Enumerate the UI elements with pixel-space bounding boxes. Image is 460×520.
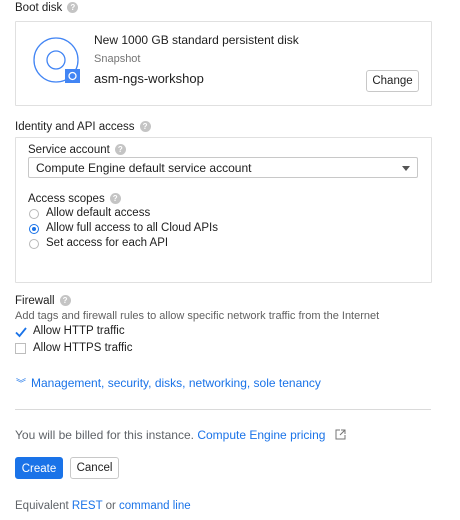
identity-title: Identity and API access — [15, 121, 135, 133]
help-icon[interactable]: ? — [109, 193, 121, 205]
scope-default-radio[interactable] — [29, 209, 39, 219]
scope-default-label[interactable]: Allow default access — [46, 207, 150, 219]
access-scopes-heading: Access scopes? — [28, 193, 121, 205]
disk-source-type: Snapshot — [94, 53, 141, 65]
equivalent-prefix: Equivalent — [15, 500, 69, 512]
https-label[interactable]: Allow HTTPS traffic — [33, 342, 132, 354]
help-icon[interactable]: ? — [114, 144, 126, 156]
identity-card: Service account? Compute Engine default … — [15, 137, 432, 283]
service-account-value: Compute Engine default service account — [36, 161, 252, 175]
scope-full-radio[interactable] — [29, 224, 39, 234]
pricing-link[interactable]: Compute Engine pricing — [197, 428, 325, 442]
identity-section-title: Identity and API access? — [15, 121, 151, 133]
command-line-link[interactable]: command line — [119, 500, 191, 512]
boot-disk-title: Boot disk — [15, 2, 63, 14]
checkmark-icon — [15, 327, 27, 338]
firewall-title: Firewall — [15, 295, 55, 307]
https-checkbox[interactable] — [15, 343, 26, 354]
create-button[interactable]: Create — [15, 457, 63, 479]
scope-each-label[interactable]: Set access for each API — [46, 237, 168, 249]
http-label[interactable]: Allow HTTP traffic — [33, 325, 125, 337]
external-link-icon[interactable] — [335, 429, 346, 443]
disk-icon — [30, 33, 86, 89]
management-expander-label: Management, security, disks, networking,… — [31, 376, 321, 390]
equivalent-line: Equivalent REST or command line — [15, 500, 191, 512]
boot-disk-card: New 1000 GB standard persistent disk Sna… — [15, 21, 432, 106]
disk-name: New 1000 GB standard persistent disk — [94, 33, 299, 47]
service-account-heading: Service account? — [28, 144, 126, 156]
firewall-description: Add tags and firewall rules to allow spe… — [15, 310, 380, 322]
help-icon[interactable]: ? — [59, 295, 71, 307]
dropdown-arrow-icon — [402, 166, 410, 171]
scope-full-label[interactable]: Allow full access to all Cloud APIs — [46, 222, 218, 234]
scope-each-radio[interactable] — [29, 239, 39, 249]
firewall-section-title: Firewall? — [15, 295, 71, 307]
rest-link[interactable]: REST — [72, 500, 102, 512]
change-button[interactable]: Change — [366, 70, 419, 92]
help-icon[interactable]: ? — [139, 121, 151, 133]
boot-disk-section-title: Boot disk? — [15, 2, 79, 14]
http-checkbox[interactable] — [15, 326, 27, 338]
cancel-button[interactable]: Cancel — [70, 457, 119, 479]
divider — [15, 409, 431, 410]
equivalent-or: or — [105, 500, 116, 512]
management-expander[interactable]: ︾ Management, security, disks, networking… — [16, 375, 321, 390]
double-chevron-down-icon: ︾ — [16, 379, 26, 390]
billing-line: You will be billed for this instance. Co… — [15, 428, 346, 443]
service-account-label: Service account — [28, 144, 110, 156]
snapshot-name: asm-ngs-workshop — [94, 71, 204, 86]
service-account-select[interactable]: Compute Engine default service account — [28, 157, 418, 178]
access-scopes-label: Access scopes — [28, 193, 105, 205]
billing-text: You will be billed for this instance. — [15, 428, 194, 442]
help-icon[interactable]: ? — [67, 2, 79, 14]
